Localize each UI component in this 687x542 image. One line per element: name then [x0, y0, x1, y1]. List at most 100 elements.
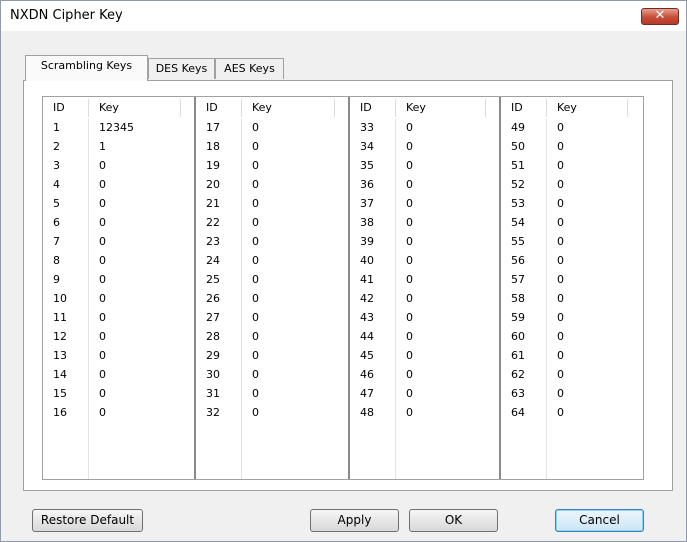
restore-default-button[interactable]: Restore Default	[32, 509, 143, 532]
table-row[interactable]: 37 0	[350, 195, 499, 212]
table-row[interactable]: 47 0	[350, 385, 499, 402]
key-value-cell[interactable]: 0	[547, 347, 639, 364]
key-value-cell[interactable]: 0	[547, 271, 639, 288]
id-column-header[interactable]: ID	[196, 97, 242, 119]
key-value-cell[interactable]: 0	[396, 157, 497, 174]
table-row[interactable]: 63 0	[501, 385, 643, 402]
table-row[interactable]: 59 0	[501, 309, 643, 326]
key-value-cell[interactable]: 12345	[89, 119, 192, 136]
key-value-cell[interactable]: 0	[396, 252, 497, 269]
key-value-cell[interactable]: 0	[242, 385, 346, 402]
table-row[interactable]: 23 0	[196, 233, 348, 250]
key-value-cell[interactable]: 0	[396, 404, 497, 421]
key-value-cell[interactable]: 0	[89, 347, 192, 364]
key-value-cell[interactable]: 0	[242, 404, 346, 421]
cancel-button[interactable]: Cancel	[555, 509, 644, 532]
table-row[interactable]: 53 0	[501, 195, 643, 212]
key-value-cell[interactable]: 0	[547, 290, 639, 307]
table-row[interactable]: 60 0	[501, 328, 643, 345]
key-value-cell[interactable]: 0	[396, 385, 497, 402]
key-value-cell[interactable]: 0	[396, 271, 497, 288]
table-row[interactable]: 39 0	[350, 233, 499, 250]
table-row[interactable]: 29 0	[196, 347, 348, 364]
key-value-cell[interactable]: 0	[242, 290, 346, 307]
id-column-header[interactable]: ID	[43, 97, 89, 119]
key-value-cell[interactable]: 0	[396, 195, 497, 212]
key-value-cell[interactable]: 0	[89, 271, 192, 288]
key-value-cell[interactable]: 0	[242, 138, 346, 155]
table-row[interactable]: 25 0	[196, 271, 348, 288]
table-row[interactable]: 35 0	[350, 157, 499, 174]
key-value-cell[interactable]: 0	[396, 176, 497, 193]
table-row[interactable]: 28 0	[196, 328, 348, 345]
key-column-header[interactable]: Key	[547, 97, 639, 119]
key-column-header[interactable]: Key	[242, 97, 346, 119]
key-value-cell[interactable]: 0	[242, 271, 346, 288]
key-value-cell[interactable]: 0	[242, 366, 346, 383]
table-row[interactable]: 15 0	[43, 385, 194, 402]
key-value-cell[interactable]: 0	[396, 366, 497, 383]
key-value-cell[interactable]: 0	[89, 195, 192, 212]
table-row[interactable]: 21	[43, 138, 194, 155]
table-row[interactable]: 13 0	[43, 347, 194, 364]
tab-des-keys[interactable]: DES Keys	[148, 58, 215, 79]
key-value-cell[interactable]: 0	[547, 138, 639, 155]
key-value-cell[interactable]: 0	[242, 214, 346, 231]
key-value-cell[interactable]: 0	[89, 404, 192, 421]
key-value-cell[interactable]: 0	[89, 176, 192, 193]
scrambling-keys-table[interactable]: ID Key 1 12345 2 1 3 0 4 0 5 0 6 0 7 0 8 0 9 0 10 0 11 0 12 0 13 0 1…	[42, 96, 644, 480]
id-column-header[interactable]: ID	[350, 97, 396, 119]
key-value-cell[interactable]: 0	[547, 252, 639, 269]
table-row[interactable]: 60	[43, 214, 194, 231]
table-row[interactable]: 30	[43, 157, 194, 174]
table-row[interactable]: 11 0	[43, 309, 194, 326]
table-row[interactable]: 20 0	[196, 176, 348, 193]
key-value-cell[interactable]: 0	[89, 366, 192, 383]
table-row[interactable]: 34 0	[350, 138, 499, 155]
table-row[interactable]: 18 0	[196, 138, 348, 155]
table-row[interactable]: 90	[43, 271, 194, 288]
table-row[interactable]: 1 12345	[43, 119, 194, 136]
table-row[interactable]: 32 0	[196, 404, 348, 421]
table-row[interactable]: 22 0	[196, 214, 348, 231]
table-row[interactable]: 61 0	[501, 347, 643, 364]
key-value-cell[interactable]: 0	[547, 195, 639, 212]
table-row[interactable]: 42 0	[350, 290, 499, 307]
table-row[interactable]: 36 0	[350, 176, 499, 193]
key-value-cell[interactable]: 0	[242, 195, 346, 212]
key-value-cell[interactable]: 0	[89, 214, 192, 231]
table-row[interactable]: 45 0	[350, 347, 499, 364]
table-row[interactable]: 33 0	[350, 119, 499, 136]
key-value-cell[interactable]: 0	[89, 252, 192, 269]
table-row[interactable]: 14 0	[43, 366, 194, 383]
key-value-cell[interactable]: 0	[396, 290, 497, 307]
key-value-cell[interactable]: 0	[547, 176, 639, 193]
table-row[interactable]: 21 0	[196, 195, 348, 212]
table-row[interactable]: 54 0	[501, 214, 643, 231]
table-row[interactable]: 51 0	[501, 157, 643, 174]
key-value-cell[interactable]: 0	[396, 138, 497, 155]
key-value-cell[interactable]: 0	[547, 328, 639, 345]
key-value-cell[interactable]: 0	[396, 347, 497, 364]
table-row[interactable]: 80	[43, 252, 194, 269]
table-row[interactable]: 52 0	[501, 176, 643, 193]
key-value-cell[interactable]: 0	[547, 157, 639, 174]
key-value-cell[interactable]: 0	[396, 214, 497, 231]
key-value-cell[interactable]: 0	[547, 214, 639, 231]
apply-button[interactable]: Apply	[310, 509, 399, 532]
table-row[interactable]: 62 0	[501, 366, 643, 383]
key-column-header[interactable]: Key	[89, 97, 192, 119]
key-value-cell[interactable]: 0	[89, 328, 192, 345]
tab-aes-keys[interactable]: AES Keys	[215, 58, 284, 79]
table-row[interactable]: 64 0	[501, 404, 643, 421]
table-row[interactable]: 30 0	[196, 366, 348, 383]
table-row[interactable]: 48 0	[350, 404, 499, 421]
key-value-cell[interactable]: 0	[242, 328, 346, 345]
key-value-cell[interactable]: 0	[242, 176, 346, 193]
key-value-cell[interactable]: 0	[396, 119, 497, 136]
table-row[interactable]: 58 0	[501, 290, 643, 307]
key-value-cell[interactable]: 0	[547, 385, 639, 402]
key-value-cell[interactable]: 0	[396, 328, 497, 345]
key-value-cell[interactable]: 0	[547, 119, 639, 136]
key-value-cell[interactable]: 0	[547, 366, 639, 383]
